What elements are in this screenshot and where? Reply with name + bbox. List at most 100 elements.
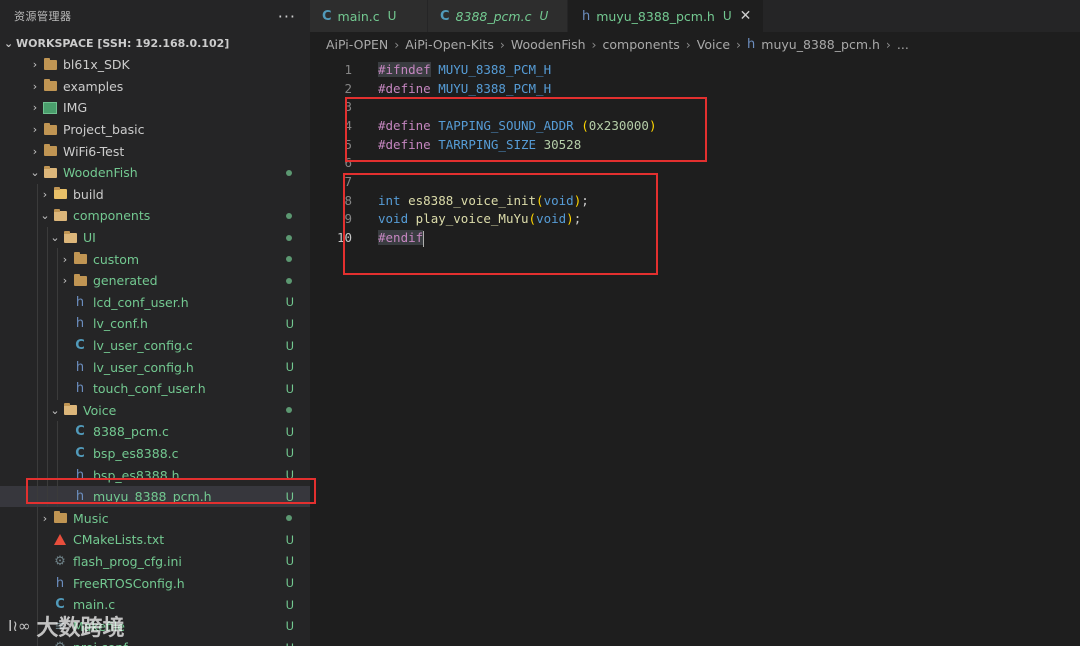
workspace-root[interactable]: ⌄ WORKSPACE [SSH: 192.168.0.102] (0, 32, 310, 54)
tree-item[interactable]: CMakeLists.txt U (0, 529, 310, 551)
tree-item-label: components (73, 208, 151, 224)
chevron-right-icon: › (42, 187, 48, 201)
indent-guide (57, 269, 58, 292)
editor-tab[interactable]: C 8388_pcm.c U (428, 0, 568, 32)
untracked-badge: U (285, 597, 294, 612)
chevron-down-icon: ⌄ (50, 231, 60, 245)
indent-guide (37, 399, 38, 422)
code-token: #define (378, 81, 431, 96)
tree-item[interactable]: h lv_user_config.h U (0, 356, 310, 378)
line-number: 1 (344, 62, 352, 77)
tree-item[interactable]: › Music (0, 507, 310, 530)
indent-guide (37, 507, 38, 530)
tree-item[interactable]: h lv_conf.h U (0, 313, 310, 335)
tree-item[interactable]: Cbsp_es8388.c U (0, 442, 310, 465)
indent-guide (37, 377, 38, 400)
indent-guide (47, 377, 48, 400)
explorer-header: 资源管理器 ··· (0, 0, 310, 32)
untracked-badge: U (285, 619, 294, 634)
build-folder-icon (52, 187, 68, 201)
tab-status-badge: U (387, 9, 397, 23)
watermark: I≀∞ 大数跨境 (8, 610, 125, 642)
editor-tab[interactable]: h muyu_8388_pcm.h U ✕ (568, 0, 765, 32)
indent-guide (37, 442, 38, 465)
chevron-right-icon: › (32, 144, 38, 158)
more-actions-icon[interactable]: ··· (278, 7, 296, 26)
watermark-logo: I≀∞ (8, 617, 31, 635)
breadcrumb-item[interactable]: ... (897, 37, 909, 52)
tree-item[interactable]: › WiFi6-Test (0, 140, 310, 162)
indent-guide (37, 183, 38, 206)
breadcrumb-item[interactable]: muyu_8388_pcm.h (761, 37, 880, 52)
breadcrumb-item[interactable]: AiPi-OPEN (326, 37, 388, 52)
tree-item-label: 8388_pcm.c (93, 424, 169, 440)
untracked-badge: U (286, 641, 294, 646)
tree-item[interactable]: ⚙ flash_prog_cfg.ini U (0, 550, 310, 573)
breadcrumb-item[interactable]: AiPi-Open-Kits (405, 37, 494, 52)
breadcrumb-item[interactable]: Voice (697, 37, 730, 52)
indent-guide (37, 550, 38, 573)
tree-item[interactable]: h FreeRTOSConfig.h U (0, 572, 310, 594)
gear-icon: ⚙ (54, 553, 66, 569)
workspace-label: WORKSPACE [SSH: 192.168.0.102] (16, 36, 230, 50)
indent-guide (47, 334, 48, 357)
tree-item[interactable]: › Project_basic (0, 119, 310, 141)
folder-icon (72, 273, 88, 288)
indent-guide (47, 248, 48, 270)
folder-icon (42, 122, 58, 137)
tree-item[interactable]: C 8388_pcm.c U (0, 421, 310, 443)
code-token: MUYU_8388_PCM_H (438, 62, 552, 77)
tree-item[interactable]: › IMG (0, 97, 310, 119)
tree-item[interactable]: Clv_user_config.c U (0, 334, 310, 357)
untracked-badge: U (285, 381, 294, 396)
editor-tab[interactable]: Cmain.c U (310, 0, 428, 32)
close-icon[interactable]: ✕ (740, 8, 752, 24)
chevron-right-icon: › (32, 58, 38, 72)
chevron-down-icon: ⌄ (4, 36, 14, 50)
tree-item[interactable]: ⌄ UI (0, 226, 310, 249)
code-line: 1 #ifndef MUYU_8388_PCM_H (310, 60, 1010, 79)
tree-item[interactable]: › examples (0, 76, 310, 98)
breadcrumb-item[interactable]: components (603, 37, 680, 52)
h-file-icon: h (75, 381, 85, 397)
tree-item-label: generated (93, 273, 158, 289)
indent-guide (47, 291, 48, 314)
h-file-icon: h (747, 36, 756, 52)
untracked-badge: U (285, 446, 294, 461)
tree-item[interactable]: ⌄ components (0, 205, 310, 227)
modified-dot-icon (286, 256, 292, 263)
h-file-icon: h (582, 8, 591, 24)
untracked-badge: U (285, 316, 294, 331)
indent-guide (47, 269, 48, 292)
tree-item[interactable]: › generated (0, 269, 310, 292)
chevron-right-icon: › (32, 79, 38, 93)
tree-item-label: build (73, 186, 104, 202)
indent-guide (37, 334, 38, 357)
chevron-right-icon: › (32, 123, 38, 137)
highlight-box-file (26, 478, 316, 504)
chevron-down-icon: ⌄ (40, 209, 50, 223)
untracked-badge: U (285, 424, 294, 439)
tree-item[interactable]: h lcd_conf_user.h U (0, 291, 310, 314)
editor-tabs: Cmain.c U C 8388_pcm.c Uh muyu_8388_pcm.h U ✕ (310, 0, 1080, 32)
tree-item-label: custom (93, 251, 140, 267)
untracked-badge: U (285, 576, 294, 591)
indent-guide (57, 334, 58, 357)
folder-icon (42, 79, 58, 93)
tree-item-label: Project_basic (63, 122, 145, 138)
indent-guide (47, 399, 48, 422)
tree-item[interactable]: ⌄ Voice (0, 399, 310, 422)
tree-item[interactable]: h touch_conf_user.h U (0, 377, 310, 400)
untracked-badge: U (285, 360, 294, 375)
tree-item[interactable]: › custom (0, 248, 310, 270)
breadcrumb-item[interactable]: WoodenFish (511, 37, 586, 52)
tree-item-label: lv_conf.h (93, 316, 148, 332)
code-line: 2 #define MUYU_8388_PCM_H (310, 79, 1010, 98)
tree-item[interactable]: › bl61x_SDK (0, 54, 310, 76)
chevron-right-icon: › (736, 36, 742, 52)
code-token: #ifndef (378, 62, 431, 77)
image-folder-icon (42, 101, 58, 115)
tree-item[interactable]: ⌄ WoodenFish (0, 162, 310, 184)
tree-item[interactable]: › build (0, 183, 310, 206)
indent-guide (37, 205, 38, 227)
